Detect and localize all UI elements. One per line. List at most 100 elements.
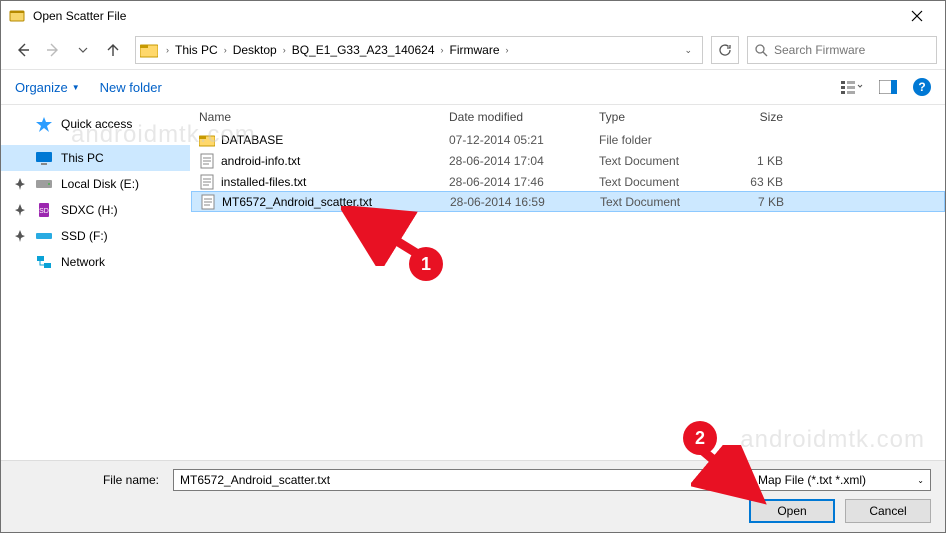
chevron-right-icon: ›	[164, 45, 171, 55]
cancel-button[interactable]: Cancel	[845, 499, 931, 523]
chevron-down-icon: ⌄	[917, 476, 924, 485]
filetype-label: Map File (*.txt *.xml)	[758, 473, 866, 487]
file-name: MT6572_Android_scatter.txt	[222, 195, 372, 209]
column-name[interactable]: Name	[191, 110, 441, 124]
app-icon	[9, 8, 25, 24]
sidebar-item[interactable]: SSD (F:)	[1, 223, 190, 249]
txt-file-icon	[199, 174, 215, 190]
arrow-left-icon	[15, 42, 31, 58]
file-row[interactable]: android-info.txt 28-06-2014 17:04 Text D…	[191, 150, 945, 171]
navbar: › This PC › Desktop › BQ_E1_G33_A23_1406…	[1, 31, 945, 69]
pin-icon	[13, 177, 27, 191]
file-type: Text Document	[591, 154, 721, 168]
main-area: Quick access This PC Local Disk (E:) SD SDXC…	[1, 105, 945, 460]
close-button[interactable]	[897, 1, 937, 31]
breadcrumb-item[interactable]: Desktop	[229, 43, 281, 57]
file-row[interactable]: DATABASE 07-12-2014 05:21 File folder	[191, 129, 945, 150]
ssd-icon	[35, 228, 53, 244]
view-button[interactable]	[841, 76, 863, 98]
file-row[interactable]: installed-files.txt 28-06-2014 17:46 Tex…	[191, 171, 945, 192]
file-row[interactable]: MT6572_Android_scatter.txt 28-06-2014 16…	[191, 191, 945, 212]
sidebar-item-label: Local Disk (E:)	[61, 177, 139, 191]
back-button[interactable]	[9, 36, 37, 64]
txt-file-icon	[200, 194, 216, 210]
window-title: Open Scatter File	[33, 9, 897, 23]
file-date: 28-06-2014 17:46	[441, 175, 591, 189]
organize-button[interactable]: Organize▼	[15, 80, 80, 95]
breadcrumb-item[interactable]: Firmware	[446, 43, 504, 57]
view-icon	[841, 79, 863, 95]
bottom-bar: File name: Map File (*.txt *.xml) ⌄ Open…	[1, 460, 945, 532]
file-name: installed-files.txt	[221, 175, 306, 189]
file-size: 63 KB	[721, 175, 791, 189]
sidebar-item[interactable]: Network	[1, 249, 190, 275]
new-folder-button[interactable]: New folder	[100, 80, 162, 95]
sidebar-item-label: Quick access	[61, 117, 132, 131]
sidebar-item[interactable]: This PC	[1, 145, 190, 171]
forward-button[interactable]	[39, 36, 67, 64]
file-type: File folder	[591, 133, 721, 147]
sidebar-item[interactable]: Local Disk (E:)	[1, 171, 190, 197]
monitor-icon	[35, 150, 53, 166]
file-name: DATABASE	[221, 133, 283, 147]
new-folder-label: New folder	[100, 80, 162, 95]
refresh-icon	[718, 43, 732, 57]
disk-icon	[35, 176, 53, 192]
chevron-right-icon: ›	[504, 45, 511, 55]
sd-icon: SD	[35, 202, 53, 218]
organize-label: Organize	[15, 80, 68, 95]
pin-icon	[13, 203, 27, 217]
star-icon	[35, 116, 53, 132]
folder-icon	[199, 132, 215, 148]
history-dropdown[interactable]: ⌄	[678, 45, 698, 56]
file-date: 28-06-2014 16:59	[442, 195, 592, 209]
folder-icon	[140, 42, 158, 58]
pin-icon	[13, 229, 27, 243]
up-button[interactable]	[99, 36, 127, 64]
breadcrumb-item[interactable]: This PC	[171, 43, 222, 57]
column-headers: Name Date modified Type Size	[191, 105, 945, 129]
help-icon: ?	[918, 80, 925, 94]
column-type[interactable]: Type	[591, 110, 721, 124]
file-type: Text Document	[591, 175, 721, 189]
sidebar: Quick access This PC Local Disk (E:) SD SDXC…	[1, 105, 191, 460]
network-icon	[35, 254, 53, 270]
file-size: 7 KB	[722, 195, 792, 209]
titlebar: Open Scatter File	[1, 1, 945, 31]
file-type: Text Document	[592, 195, 722, 209]
toolbar: Organize▼ New folder ?	[1, 69, 945, 105]
column-size[interactable]: Size	[721, 110, 791, 124]
txt-file-icon	[199, 153, 215, 169]
sidebar-item[interactable]: Quick access	[1, 111, 190, 137]
help-button[interactable]: ?	[913, 78, 931, 96]
filename-input[interactable]	[173, 469, 743, 491]
file-date: 07-12-2014 05:21	[441, 133, 591, 147]
close-icon	[911, 10, 923, 22]
sidebar-item-label: SDXC (H:)	[61, 203, 118, 217]
breadcrumb[interactable]: › This PC › Desktop › BQ_E1_G33_A23_1406…	[135, 36, 703, 64]
search-box[interactable]	[747, 36, 937, 64]
file-name: android-info.txt	[221, 154, 300, 168]
sidebar-item-label: This PC	[61, 151, 104, 165]
filename-label: File name:	[15, 473, 165, 487]
column-date[interactable]: Date modified	[441, 110, 591, 124]
search-input[interactable]	[774, 43, 930, 57]
filetype-select[interactable]: Map File (*.txt *.xml) ⌄	[751, 469, 931, 491]
cancel-label: Cancel	[869, 504, 906, 518]
preview-pane-button[interactable]	[877, 76, 899, 98]
preview-icon	[879, 80, 897, 94]
file-list: Name Date modified Type Size DATABASE 07…	[191, 105, 945, 460]
chevron-down-icon	[78, 45, 88, 55]
refresh-button[interactable]	[711, 36, 739, 64]
chevron-right-icon: ›	[281, 45, 288, 55]
file-date: 28-06-2014 17:04	[441, 154, 591, 168]
sidebar-item-label: SSD (F:)	[61, 229, 108, 243]
arrow-up-icon	[105, 42, 121, 58]
breadcrumb-item[interactable]: BQ_E1_G33_A23_140624	[288, 43, 439, 57]
open-button[interactable]: Open	[749, 499, 835, 523]
recent-dropdown[interactable]	[69, 36, 97, 64]
chevron-right-icon: ›	[439, 45, 446, 55]
sidebar-item-label: Network	[61, 255, 105, 269]
open-label: Open	[777, 504, 806, 518]
sidebar-item[interactable]: SD SDXC (H:)	[1, 197, 190, 223]
